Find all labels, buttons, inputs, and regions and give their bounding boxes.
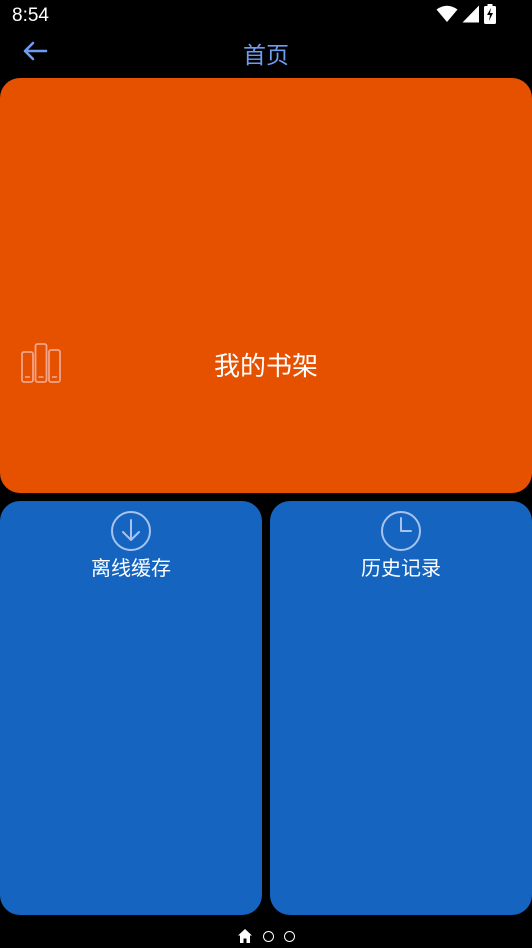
bookshelf-tile[interactable]: 我的书架 <box>0 78 532 493</box>
battery-charging-icon <box>484 4 496 28</box>
status-time: 8:54 <box>12 5 49 26</box>
app-bar: 首页 <box>0 32 532 74</box>
page-dot[interactable] <box>284 930 295 942</box>
status-icons <box>436 4 496 28</box>
page-indicator <box>0 926 532 946</box>
page-title: 首页 <box>243 43 289 69</box>
history-label: 历史记录 <box>361 556 441 580</box>
history-tile[interactable]: 历史记录 <box>270 501 532 915</box>
download-icon <box>110 510 152 552</box>
home-icon[interactable] <box>237 928 253 944</box>
wifi-icon <box>436 5 458 27</box>
status-bar: 8:54 <box>0 0 532 32</box>
bookshelf-label: 我的书架 <box>213 352 318 382</box>
offline-cache-label: 离线缓存 <box>91 556 171 580</box>
signal-icon <box>462 5 480 27</box>
page-dot[interactable] <box>263 930 274 942</box>
clock-icon <box>380 510 422 552</box>
offline-cache-tile[interactable]: 离线缓存 <box>0 501 262 915</box>
